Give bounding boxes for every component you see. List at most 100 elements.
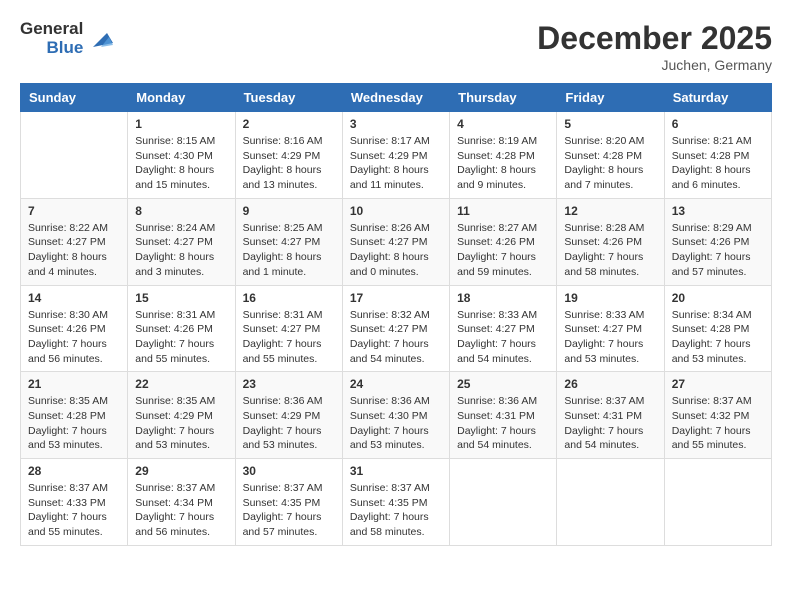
day-info: Sunrise: 8:17 AMSunset: 4:29 PMDaylight:… bbox=[350, 134, 442, 193]
day-info: Sunrise: 8:36 AMSunset: 4:30 PMDaylight:… bbox=[350, 394, 442, 453]
calendar-cell: 19 Sunrise: 8:33 AMSunset: 4:27 PMDayligh… bbox=[557, 285, 664, 372]
day-info: Sunrise: 8:37 AMSunset: 4:35 PMDaylight:… bbox=[243, 481, 335, 540]
calendar-cell bbox=[21, 112, 128, 199]
calendar-cell: 12 Sunrise: 8:28 AMSunset: 4:26 PMDayligh… bbox=[557, 198, 664, 285]
calendar-cell: 8 Sunrise: 8:24 AMSunset: 4:27 PMDaylight… bbox=[128, 198, 235, 285]
day-number: 29 bbox=[135, 464, 227, 478]
day-info: Sunrise: 8:37 AMSunset: 4:33 PMDaylight:… bbox=[28, 481, 120, 540]
calendar-cell: 15Sunrise: 8:31 AMSunset: 4:26 PMDayligh… bbox=[128, 285, 235, 372]
day-number: 27 bbox=[672, 377, 764, 391]
logo: General Blue bbox=[20, 20, 115, 57]
calendar-cell: 7 Sunrise: 8:22 AMSunset: 4:27 PMDaylight… bbox=[21, 198, 128, 285]
calendar-cell: 16Sunrise: 8:31 AMSunset: 4:27 PMDayligh… bbox=[235, 285, 342, 372]
day-info: Sunrise: 8:29 AMSunset: 4:26 PMDaylight:… bbox=[672, 221, 764, 280]
day-info: Sunrise: 8:37 AMSunset: 4:35 PMDaylight:… bbox=[350, 481, 442, 540]
month-title: December 2025 bbox=[537, 20, 772, 57]
day-number: 6 bbox=[672, 117, 764, 131]
calendar-cell: 9 Sunrise: 8:25 AMSunset: 4:27 PMDaylight… bbox=[235, 198, 342, 285]
day-number: 2 bbox=[243, 117, 335, 131]
calendar-cell bbox=[664, 459, 771, 546]
calendar-cell: 5 Sunrise: 8:20 AMSunset: 4:28 PMDaylight… bbox=[557, 112, 664, 199]
day-number: 12 bbox=[564, 204, 656, 218]
day-number: 11 bbox=[457, 204, 549, 218]
calendar-cell: 11 Sunrise: 8:27 AMSunset: 4:26 PMDayligh… bbox=[450, 198, 557, 285]
day-info: Sunrise: 8:26 AMSunset: 4:27 PMDaylight:… bbox=[350, 221, 442, 280]
day-info: Sunrise: 8:28 AMSunset: 4:26 PMDaylight:… bbox=[564, 221, 656, 280]
calendar-cell: 23 Sunrise: 8:36 AMSunset: 4:29 PMDayligh… bbox=[235, 372, 342, 459]
calendar-cell: 14 Sunrise: 8:30 AMSunset: 4:26 PMDayligh… bbox=[21, 285, 128, 372]
day-info: Sunrise: 8:34 AMSunset: 4:28 PMDaylight:… bbox=[672, 308, 764, 367]
calendar-cell bbox=[557, 459, 664, 546]
logo-blue-text: Blue bbox=[46, 39, 83, 58]
day-info: Sunrise: 8:22 AMSunset: 4:27 PMDaylight:… bbox=[28, 221, 120, 280]
logo-icon bbox=[87, 25, 115, 53]
calendar-cell: 25Sunrise: 8:36 AMSunset: 4:31 PMDayligh… bbox=[450, 372, 557, 459]
calendar-day-header: Tuesday bbox=[235, 84, 342, 112]
day-info: Sunrise: 8:37 AMSunset: 4:31 PMDaylight:… bbox=[564, 394, 656, 453]
day-info: Sunrise: 8:37 AMSunset: 4:34 PMDaylight:… bbox=[135, 481, 227, 540]
calendar-cell: 24 Sunrise: 8:36 AMSunset: 4:30 PMDayligh… bbox=[342, 372, 449, 459]
day-number: 26 bbox=[564, 377, 656, 391]
calendar-table: SundayMondayTuesdayWednesdayThursdayFrid… bbox=[20, 83, 772, 546]
calendar-cell: 18 Sunrise: 8:33 AMSunset: 4:27 PMDayligh… bbox=[450, 285, 557, 372]
day-number: 28 bbox=[28, 464, 120, 478]
calendar-day-header: Thursday bbox=[450, 84, 557, 112]
calendar-cell: 13 Sunrise: 8:29 AMSunset: 4:26 PMDayligh… bbox=[664, 198, 771, 285]
day-number: 9 bbox=[243, 204, 335, 218]
day-number: 31 bbox=[350, 464, 442, 478]
day-number: 23 bbox=[243, 377, 335, 391]
day-number: 19 bbox=[564, 291, 656, 305]
calendar-cell: 3 Sunrise: 8:17 AMSunset: 4:29 PMDaylight… bbox=[342, 112, 449, 199]
day-number: 4 bbox=[457, 117, 549, 131]
day-info: Sunrise: 8:32 AMSunset: 4:27 PMDaylight:… bbox=[350, 308, 442, 367]
location-label: Juchen, Germany bbox=[537, 57, 772, 73]
calendar-cell: 4Sunrise: 8:19 AMSunset: 4:28 PMDaylight… bbox=[450, 112, 557, 199]
day-info: Sunrise: 8:16 AMSunset: 4:29 PMDaylight:… bbox=[243, 134, 335, 193]
day-info: Sunrise: 8:21 AMSunset: 4:28 PMDaylight:… bbox=[672, 134, 764, 193]
day-number: 24 bbox=[350, 377, 442, 391]
day-number: 17 bbox=[350, 291, 442, 305]
day-number: 18 bbox=[457, 291, 549, 305]
day-info: Sunrise: 8:36 AMSunset: 4:29 PMDaylight:… bbox=[243, 394, 335, 453]
day-number: 13 bbox=[672, 204, 764, 218]
calendar-day-header: Monday bbox=[128, 84, 235, 112]
day-info: Sunrise: 8:35 AMSunset: 4:28 PMDaylight:… bbox=[28, 394, 120, 453]
calendar-cell: 26 Sunrise: 8:37 AMSunset: 4:31 PMDayligh… bbox=[557, 372, 664, 459]
calendar-cell bbox=[450, 459, 557, 546]
calendar-header-row: SundayMondayTuesdayWednesdayThursdayFrid… bbox=[21, 84, 772, 112]
logo-general-text: General bbox=[20, 20, 83, 39]
calendar-day-header: Friday bbox=[557, 84, 664, 112]
day-info: Sunrise: 8:24 AMSunset: 4:27 PMDaylight:… bbox=[135, 221, 227, 280]
calendar-cell: 28 Sunrise: 8:37 AMSunset: 4:33 PMDayligh… bbox=[21, 459, 128, 546]
day-number: 3 bbox=[350, 117, 442, 131]
day-number: 7 bbox=[28, 204, 120, 218]
day-info: Sunrise: 8:31 AMSunset: 4:27 PMDaylight:… bbox=[243, 308, 335, 367]
calendar-week-row: 7 Sunrise: 8:22 AMSunset: 4:27 PMDaylight… bbox=[21, 198, 772, 285]
day-info: Sunrise: 8:31 AMSunset: 4:26 PMDaylight:… bbox=[135, 308, 227, 367]
day-info: Sunrise: 8:33 AMSunset: 4:27 PMDaylight:… bbox=[564, 308, 656, 367]
calendar-cell: 21 Sunrise: 8:35 AMSunset: 4:28 PMDayligh… bbox=[21, 372, 128, 459]
calendar-cell: 30 Sunrise: 8:37 AMSunset: 4:35 PMDayligh… bbox=[235, 459, 342, 546]
calendar-cell: 6 Sunrise: 8:21 AMSunset: 4:28 PMDaylight… bbox=[664, 112, 771, 199]
day-info: Sunrise: 8:33 AMSunset: 4:27 PMDaylight:… bbox=[457, 308, 549, 367]
calendar-day-header: Sunday bbox=[21, 84, 128, 112]
calendar-week-row: 1Sunrise: 8:15 AMSunset: 4:30 PMDaylight… bbox=[21, 112, 772, 199]
calendar-cell: 22Sunrise: 8:35 AMSunset: 4:29 PMDayligh… bbox=[128, 372, 235, 459]
calendar-cell: 1Sunrise: 8:15 AMSunset: 4:30 PMDaylight… bbox=[128, 112, 235, 199]
title-block: December 2025 Juchen, Germany bbox=[537, 20, 772, 73]
day-number: 25 bbox=[457, 377, 549, 391]
day-number: 1 bbox=[135, 117, 227, 131]
day-number: 30 bbox=[243, 464, 335, 478]
day-number: 5 bbox=[564, 117, 656, 131]
day-info: Sunrise: 8:30 AMSunset: 4:26 PMDaylight:… bbox=[28, 308, 120, 367]
day-info: Sunrise: 8:27 AMSunset: 4:26 PMDaylight:… bbox=[457, 221, 549, 280]
calendar-week-row: 28 Sunrise: 8:37 AMSunset: 4:33 PMDayligh… bbox=[21, 459, 772, 546]
day-number: 21 bbox=[28, 377, 120, 391]
day-number: 8 bbox=[135, 204, 227, 218]
calendar-cell: 10 Sunrise: 8:26 AMSunset: 4:27 PMDayligh… bbox=[342, 198, 449, 285]
day-info: Sunrise: 8:20 AMSunset: 4:28 PMDaylight:… bbox=[564, 134, 656, 193]
day-number: 10 bbox=[350, 204, 442, 218]
day-info: Sunrise: 8:35 AMSunset: 4:29 PMDaylight:… bbox=[135, 394, 227, 453]
day-number: 14 bbox=[28, 291, 120, 305]
day-info: Sunrise: 8:25 AMSunset: 4:27 PMDaylight:… bbox=[243, 221, 335, 280]
